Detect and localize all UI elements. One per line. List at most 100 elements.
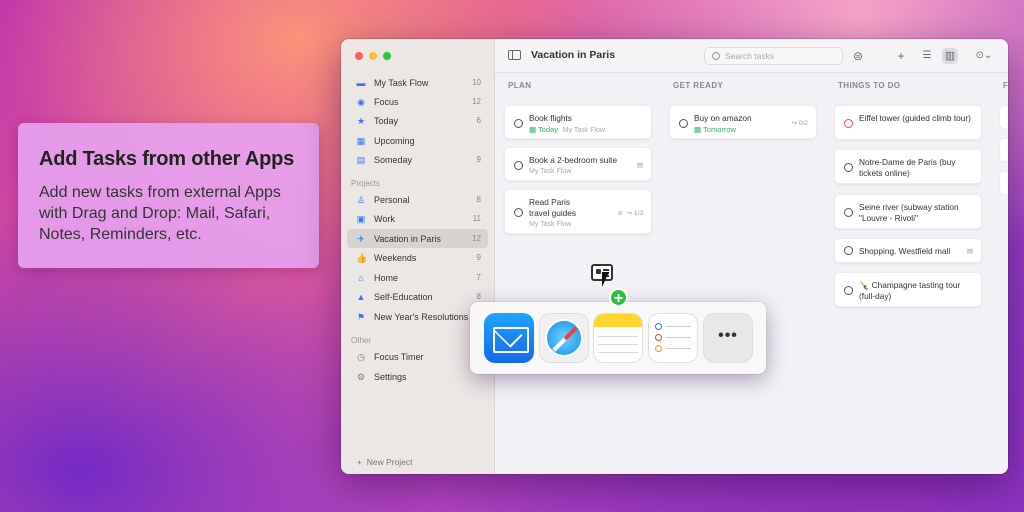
task-date: Today: [538, 125, 559, 134]
plus-icon: +: [357, 457, 362, 467]
reminders-app-icon[interactable]: [648, 313, 698, 363]
filter-icon[interactable]: ⊜: [850, 48, 866, 64]
more-options-icon[interactable]: ⊙⌄: [972, 48, 996, 64]
task-card[interactable]: Shopping. Westfield mall ▤: [834, 238, 982, 263]
thumbs-up-icon: 👍: [356, 252, 368, 263]
task-checkbox[interactable]: [844, 286, 853, 295]
task-project: My Task Flow: [529, 168, 572, 175]
sidebar-item-count: 9: [476, 155, 481, 164]
task-card[interactable]: Notre-Dame de Paris (buy tickets online): [834, 149, 982, 184]
column-header-partial: F: [1003, 81, 1008, 90]
timer-icon: ◷: [357, 351, 365, 362]
archive-icon: ▤: [356, 154, 366, 165]
sidebar-item-label: Focus: [374, 96, 399, 107]
sidebar-item-label: Vacation in Paris: [374, 233, 441, 244]
sidebar-item-self-education[interactable]: ▲ Self-Education 8: [347, 287, 488, 306]
sidebar-toggle-icon[interactable]: [508, 50, 521, 60]
reminder-line: [666, 326, 691, 327]
task-date: Tomorrow: [703, 125, 736, 134]
sidebar-item-count: 11: [472, 214, 481, 223]
notes-header-strip: [594, 314, 642, 327]
list-view-icon[interactable]: ☰: [919, 48, 935, 64]
sidebar-item-personal[interactable]: ♙ Personal 8: [347, 190, 488, 209]
airplane-icon: ✈: [357, 233, 365, 244]
sidebar-item-label: Settings: [374, 371, 407, 382]
task-card[interactable]: Book flights ▦ Today My Task Flow: [504, 105, 652, 139]
sidebar-item-today[interactable]: ★ Today 6: [347, 111, 488, 130]
sidebar-item-label: Upcoming: [374, 135, 415, 146]
task-card-partial[interactable]: [999, 138, 1008, 162]
sidebar-item-count: 7: [476, 273, 481, 282]
task-card[interactable]: Eiffel tower (guided climb tour): [834, 105, 982, 140]
promo-title: Add Tasks from other Apps: [39, 148, 295, 170]
new-project-button[interactable]: + New Project: [357, 457, 413, 467]
task-card[interactable]: Seine river (subway station "Louvre - Ri…: [834, 194, 982, 229]
task-title: Read Paris travel guides: [529, 197, 577, 218]
sidebar-item-label: Someday: [374, 154, 413, 165]
task-checkbox[interactable]: [514, 161, 523, 170]
task-card-partial[interactable]: [999, 171, 1008, 195]
subtasks-icon: ↪: [791, 120, 798, 127]
sidebar-item-count: 6: [476, 116, 481, 125]
notes-line: [598, 336, 638, 337]
notes-line: [598, 344, 638, 345]
zoom-button[interactable]: [383, 52, 391, 60]
search-icon: [712, 52, 720, 60]
sidebar-item-new-years-resolutions[interactable]: ⚑ New Year's Resolutions: [347, 307, 488, 326]
graduation-cap-icon: ▲: [356, 291, 366, 302]
page-title: Vacation in Paris: [531, 49, 616, 61]
sidebar-item-focus[interactable]: ◉ Focus 12: [347, 92, 488, 111]
sidebar-item-work[interactable]: ▣ Work 11: [347, 209, 488, 228]
task-checkbox[interactable]: [514, 119, 523, 128]
sidebar-item-weekends[interactable]: 👍 Weekends 9: [347, 248, 488, 267]
sidebar-item-settings[interactable]: ⚙ Settings: [347, 367, 488, 386]
task-title: Eiffel tower (guided climb tour): [859, 113, 971, 123]
task-checkbox[interactable]: [844, 208, 853, 217]
board-view-icon[interactable]: ▥: [942, 48, 958, 64]
search-input[interactable]: Search tasks: [704, 47, 843, 65]
calendar-icon: ▦: [529, 125, 539, 134]
new-project-label: New Project: [366, 457, 413, 467]
task-title: Seine river (subway station "Louvre - Ri…: [859, 202, 959, 223]
task-card[interactable]: Read Paris travel guides My Task Flow ⊘ …: [504, 189, 652, 234]
sidebar-item-upcoming[interactable]: ▦ Upcoming: [347, 131, 488, 150]
other-section-header: Other: [351, 336, 372, 345]
sidebar-item-count: 10: [472, 78, 481, 87]
mail-app-icon[interactable]: [484, 313, 534, 363]
reminder-dot: [655, 334, 662, 341]
task-card[interactable]: Book a 2-bedroom suite My Task Flow ▤: [504, 147, 652, 181]
task-card[interactable]: Buy on amazon ▦ Tomorrow ↪ 0/2: [669, 105, 817, 139]
sidebar-item-my-task-flow[interactable]: ▬ My Task Flow 10: [347, 73, 488, 92]
more-apps-icon[interactable]: •••: [703, 313, 753, 363]
notes-app-icon[interactable]: [593, 313, 643, 363]
sidebar-item-label: Home: [374, 272, 399, 283]
briefcase-icon: ▣: [356, 213, 366, 224]
task-checkbox[interactable]: [679, 119, 688, 128]
close-button[interactable]: [355, 52, 363, 60]
task-card[interactable]: 🍾 Champagne tasting tour (full-day): [834, 272, 982, 307]
house-icon: ⌂: [358, 272, 364, 283]
minimize-button[interactable]: [369, 52, 377, 60]
subtask-count: 1/3: [633, 210, 643, 217]
add-icon[interactable]: +: [893, 48, 909, 64]
notes-line: [598, 352, 638, 353]
search-placeholder: Search tasks: [725, 51, 775, 61]
task-checkbox[interactable]: [844, 119, 853, 128]
safari-app-icon[interactable]: [539, 313, 589, 363]
add-badge-icon: +: [609, 288, 628, 307]
sidebar-item-count: 12: [472, 234, 481, 243]
column-header-get-ready: GET READY: [673, 81, 724, 90]
sidebar-item-someday[interactable]: ▤ Someday 9: [347, 150, 488, 169]
sidebar-item-count: 8: [476, 195, 481, 204]
task-checkbox[interactable]: [844, 163, 853, 172]
sidebar-item-home[interactable]: ⌂ Home 7: [347, 268, 488, 287]
sidebar-item-focus-timer[interactable]: ◷ Focus Timer: [347, 347, 488, 366]
task-checkbox[interactable]: [844, 245, 853, 255]
sidebar-item-vacation-in-paris[interactable]: ✈ Vacation in Paris 12: [347, 229, 488, 248]
task-card-partial[interactable]: [999, 105, 1008, 129]
sidebar-item-label: Weekends: [374, 252, 417, 263]
task-title: Shopping. Westfield mall: [859, 246, 951, 256]
subtasks-icon: ↪: [626, 210, 633, 217]
calendar-icon: ▦: [356, 135, 366, 146]
task-checkbox[interactable]: [514, 208, 523, 217]
